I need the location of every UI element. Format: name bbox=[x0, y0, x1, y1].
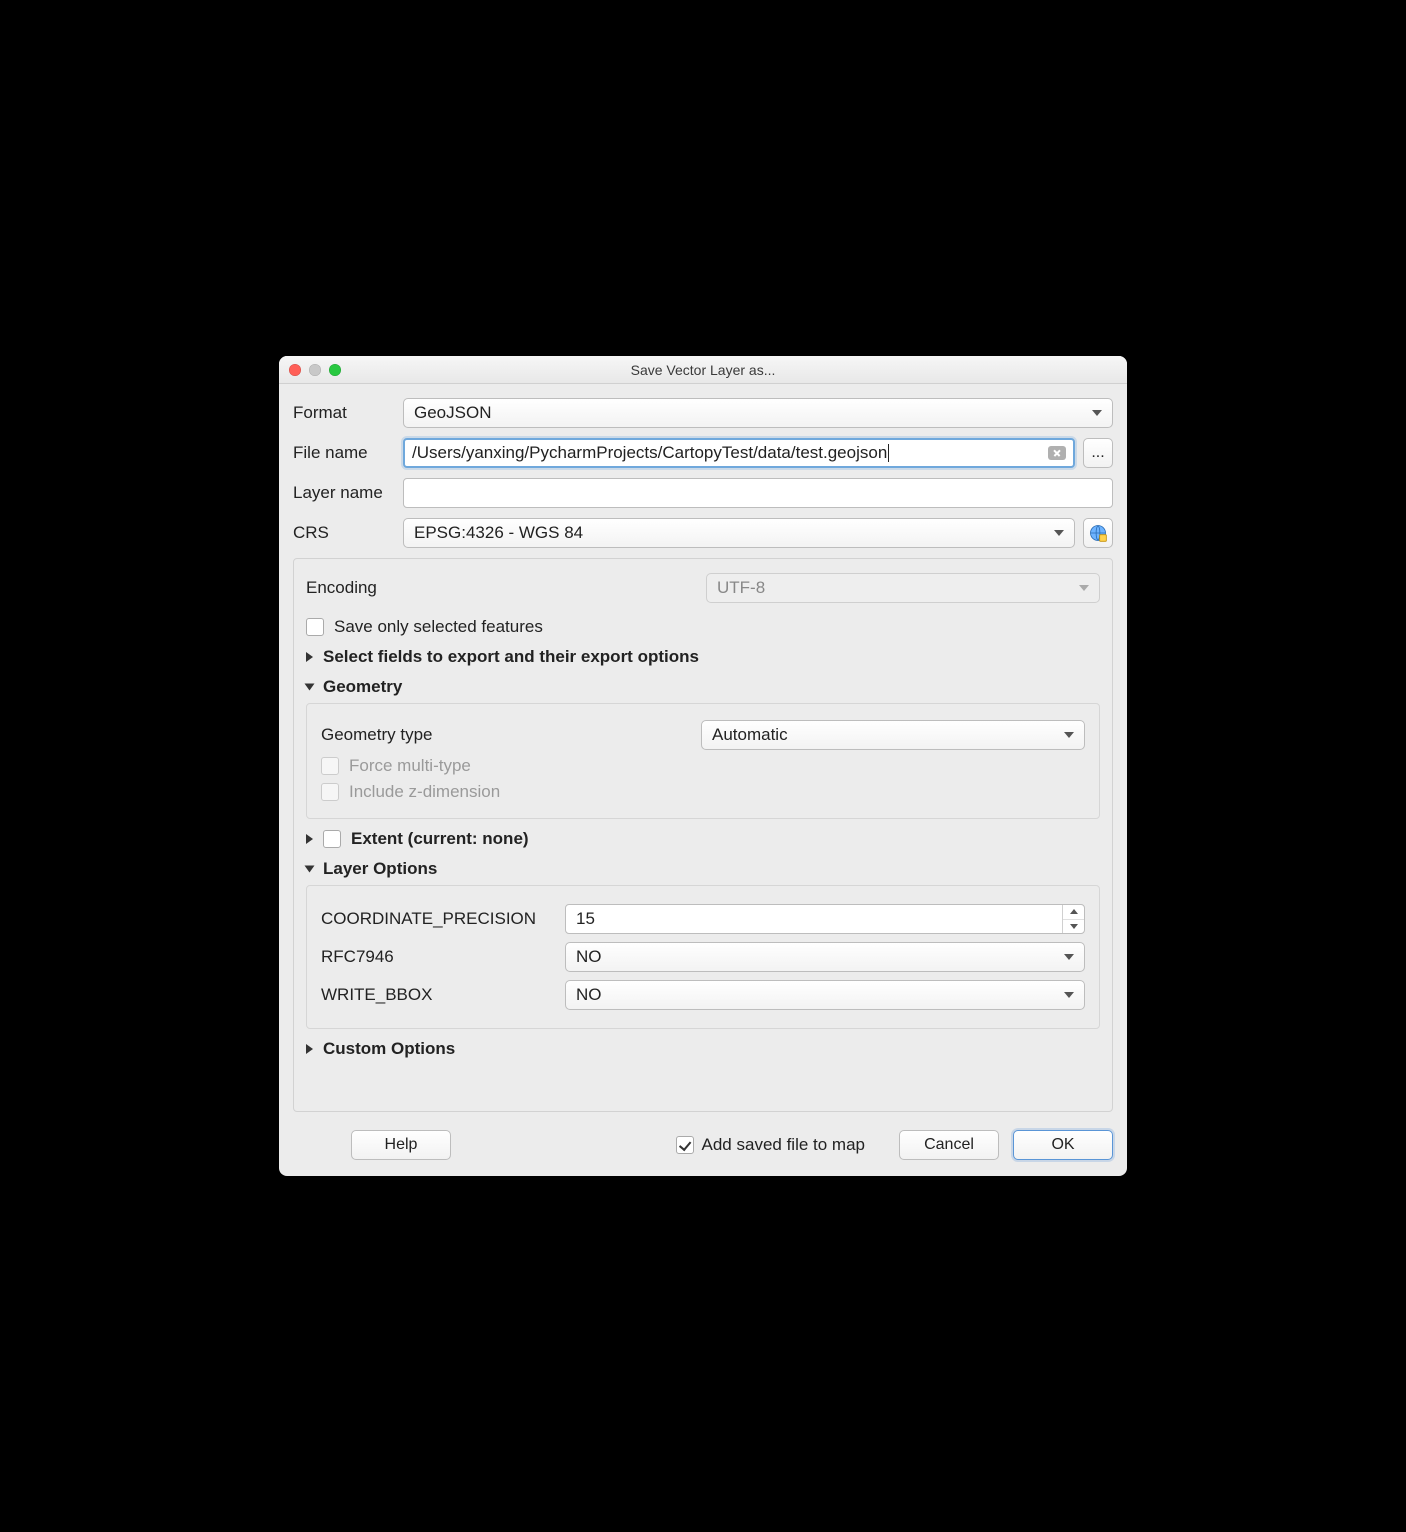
filename-value: /Users/yanxing/PycharmProjects/CartopyTe… bbox=[412, 443, 887, 463]
text-cursor bbox=[888, 444, 889, 462]
layername-label: Layer name bbox=[293, 483, 403, 503]
titlebar: Save Vector Layer as... bbox=[279, 356, 1127, 384]
coord-precision-label: COORDINATE_PRECISION bbox=[321, 909, 565, 929]
add-saved-label: Add saved file to map bbox=[702, 1135, 865, 1155]
arrow-up-icon bbox=[1070, 909, 1078, 914]
rfc7946-value: NO bbox=[576, 947, 602, 967]
clear-icon[interactable] bbox=[1048, 446, 1066, 460]
content-area: Format GeoJSON File name /Users/yanxing/… bbox=[279, 384, 1127, 1122]
extent-checkbox[interactable] bbox=[323, 830, 341, 848]
coord-precision-value: 15 bbox=[566, 905, 1062, 933]
rfc7946-label: RFC7946 bbox=[321, 947, 565, 967]
extent-label: Extent (current: none) bbox=[351, 829, 529, 849]
coord-precision-spinbox[interactable]: 15 bbox=[565, 904, 1085, 934]
dialog-window: Save Vector Layer as... Format GeoJSON F… bbox=[279, 356, 1127, 1176]
save-only-selected-label: Save only selected features bbox=[334, 617, 543, 637]
rfc7946-dropdown[interactable]: NO bbox=[565, 942, 1085, 972]
format-dropdown[interactable]: GeoJSON bbox=[403, 398, 1113, 428]
chevron-down-icon bbox=[1064, 732, 1074, 738]
include-z-label: Include z-dimension bbox=[349, 782, 500, 802]
write-bbox-label: WRITE_BBOX bbox=[321, 985, 565, 1005]
globe-icon bbox=[1088, 523, 1108, 543]
layer-options-label: Layer Options bbox=[323, 859, 437, 879]
save-only-selected-checkbox[interactable] bbox=[306, 618, 324, 636]
browse-label: ... bbox=[1091, 444, 1104, 462]
filename-input[interactable]: /Users/yanxing/PycharmProjects/CartopyTe… bbox=[403, 438, 1075, 468]
format-label: Format bbox=[293, 403, 403, 423]
force-multitype-label: Force multi-type bbox=[349, 756, 471, 776]
triangle-down-icon bbox=[305, 866, 315, 873]
chevron-down-icon bbox=[1092, 410, 1102, 416]
geometry-box: Geometry type Automatic Force multi-type… bbox=[306, 703, 1100, 819]
chevron-down-icon bbox=[1064, 954, 1074, 960]
ok-label: OK bbox=[1051, 1136, 1074, 1154]
encoding-dropdown: UTF-8 bbox=[706, 573, 1100, 603]
custom-options-disclosure[interactable]: Custom Options bbox=[306, 1039, 1100, 1059]
dialog-footer: Help Add saved file to map Cancel OK bbox=[279, 1122, 1127, 1176]
browse-button[interactable]: ... bbox=[1083, 438, 1113, 468]
encoding-value: UTF-8 bbox=[717, 578, 765, 598]
include-z-checkbox bbox=[321, 783, 339, 801]
write-bbox-dropdown[interactable]: NO bbox=[565, 980, 1085, 1010]
help-label: Help bbox=[385, 1136, 418, 1154]
stepper-arrows[interactable] bbox=[1062, 905, 1084, 933]
triangle-down-icon bbox=[305, 684, 315, 691]
select-fields-label: Select fields to export and their export… bbox=[323, 647, 699, 667]
crs-value: EPSG:4326 - WGS 84 bbox=[414, 523, 583, 543]
add-saved-checkbox[interactable] bbox=[676, 1136, 694, 1154]
chevron-down-icon bbox=[1079, 585, 1089, 591]
encoding-label: Encoding bbox=[306, 578, 706, 598]
extent-disclosure[interactable]: Extent (current: none) bbox=[306, 829, 1100, 849]
help-button[interactable]: Help bbox=[351, 1130, 451, 1160]
filename-label: File name bbox=[293, 443, 403, 463]
triangle-right-icon bbox=[306, 834, 313, 844]
crs-picker-button[interactable] bbox=[1083, 518, 1113, 548]
geometry-label: Geometry bbox=[323, 677, 402, 697]
options-group: Encoding UTF-8 Save only selected featur… bbox=[293, 558, 1113, 1112]
geometry-type-dropdown[interactable]: Automatic bbox=[701, 720, 1085, 750]
triangle-right-icon bbox=[306, 1044, 313, 1054]
layer-options-box: COORDINATE_PRECISION 15 RFC7946 NO bbox=[306, 885, 1100, 1029]
layer-options-disclosure[interactable]: Layer Options bbox=[306, 859, 1100, 879]
cancel-label: Cancel bbox=[924, 1136, 974, 1154]
write-bbox-value: NO bbox=[576, 985, 602, 1005]
arrow-down-icon bbox=[1070, 924, 1078, 929]
layername-input[interactable] bbox=[403, 478, 1113, 508]
triangle-right-icon bbox=[306, 652, 313, 662]
geometry-type-label: Geometry type bbox=[321, 725, 701, 745]
geometry-disclosure[interactable]: Geometry bbox=[306, 677, 1100, 697]
crs-label: CRS bbox=[293, 523, 403, 543]
format-value: GeoJSON bbox=[414, 403, 491, 423]
crs-dropdown[interactable]: EPSG:4326 - WGS 84 bbox=[403, 518, 1075, 548]
cancel-button[interactable]: Cancel bbox=[899, 1130, 999, 1160]
chevron-down-icon bbox=[1064, 992, 1074, 998]
select-fields-disclosure[interactable]: Select fields to export and their export… bbox=[306, 647, 1100, 667]
chevron-down-icon bbox=[1054, 530, 1064, 536]
window-title: Save Vector Layer as... bbox=[279, 362, 1127, 378]
custom-options-label: Custom Options bbox=[323, 1039, 455, 1059]
geometry-type-value: Automatic bbox=[712, 725, 788, 745]
force-multitype-checkbox bbox=[321, 757, 339, 775]
ok-button[interactable]: OK bbox=[1013, 1130, 1113, 1160]
